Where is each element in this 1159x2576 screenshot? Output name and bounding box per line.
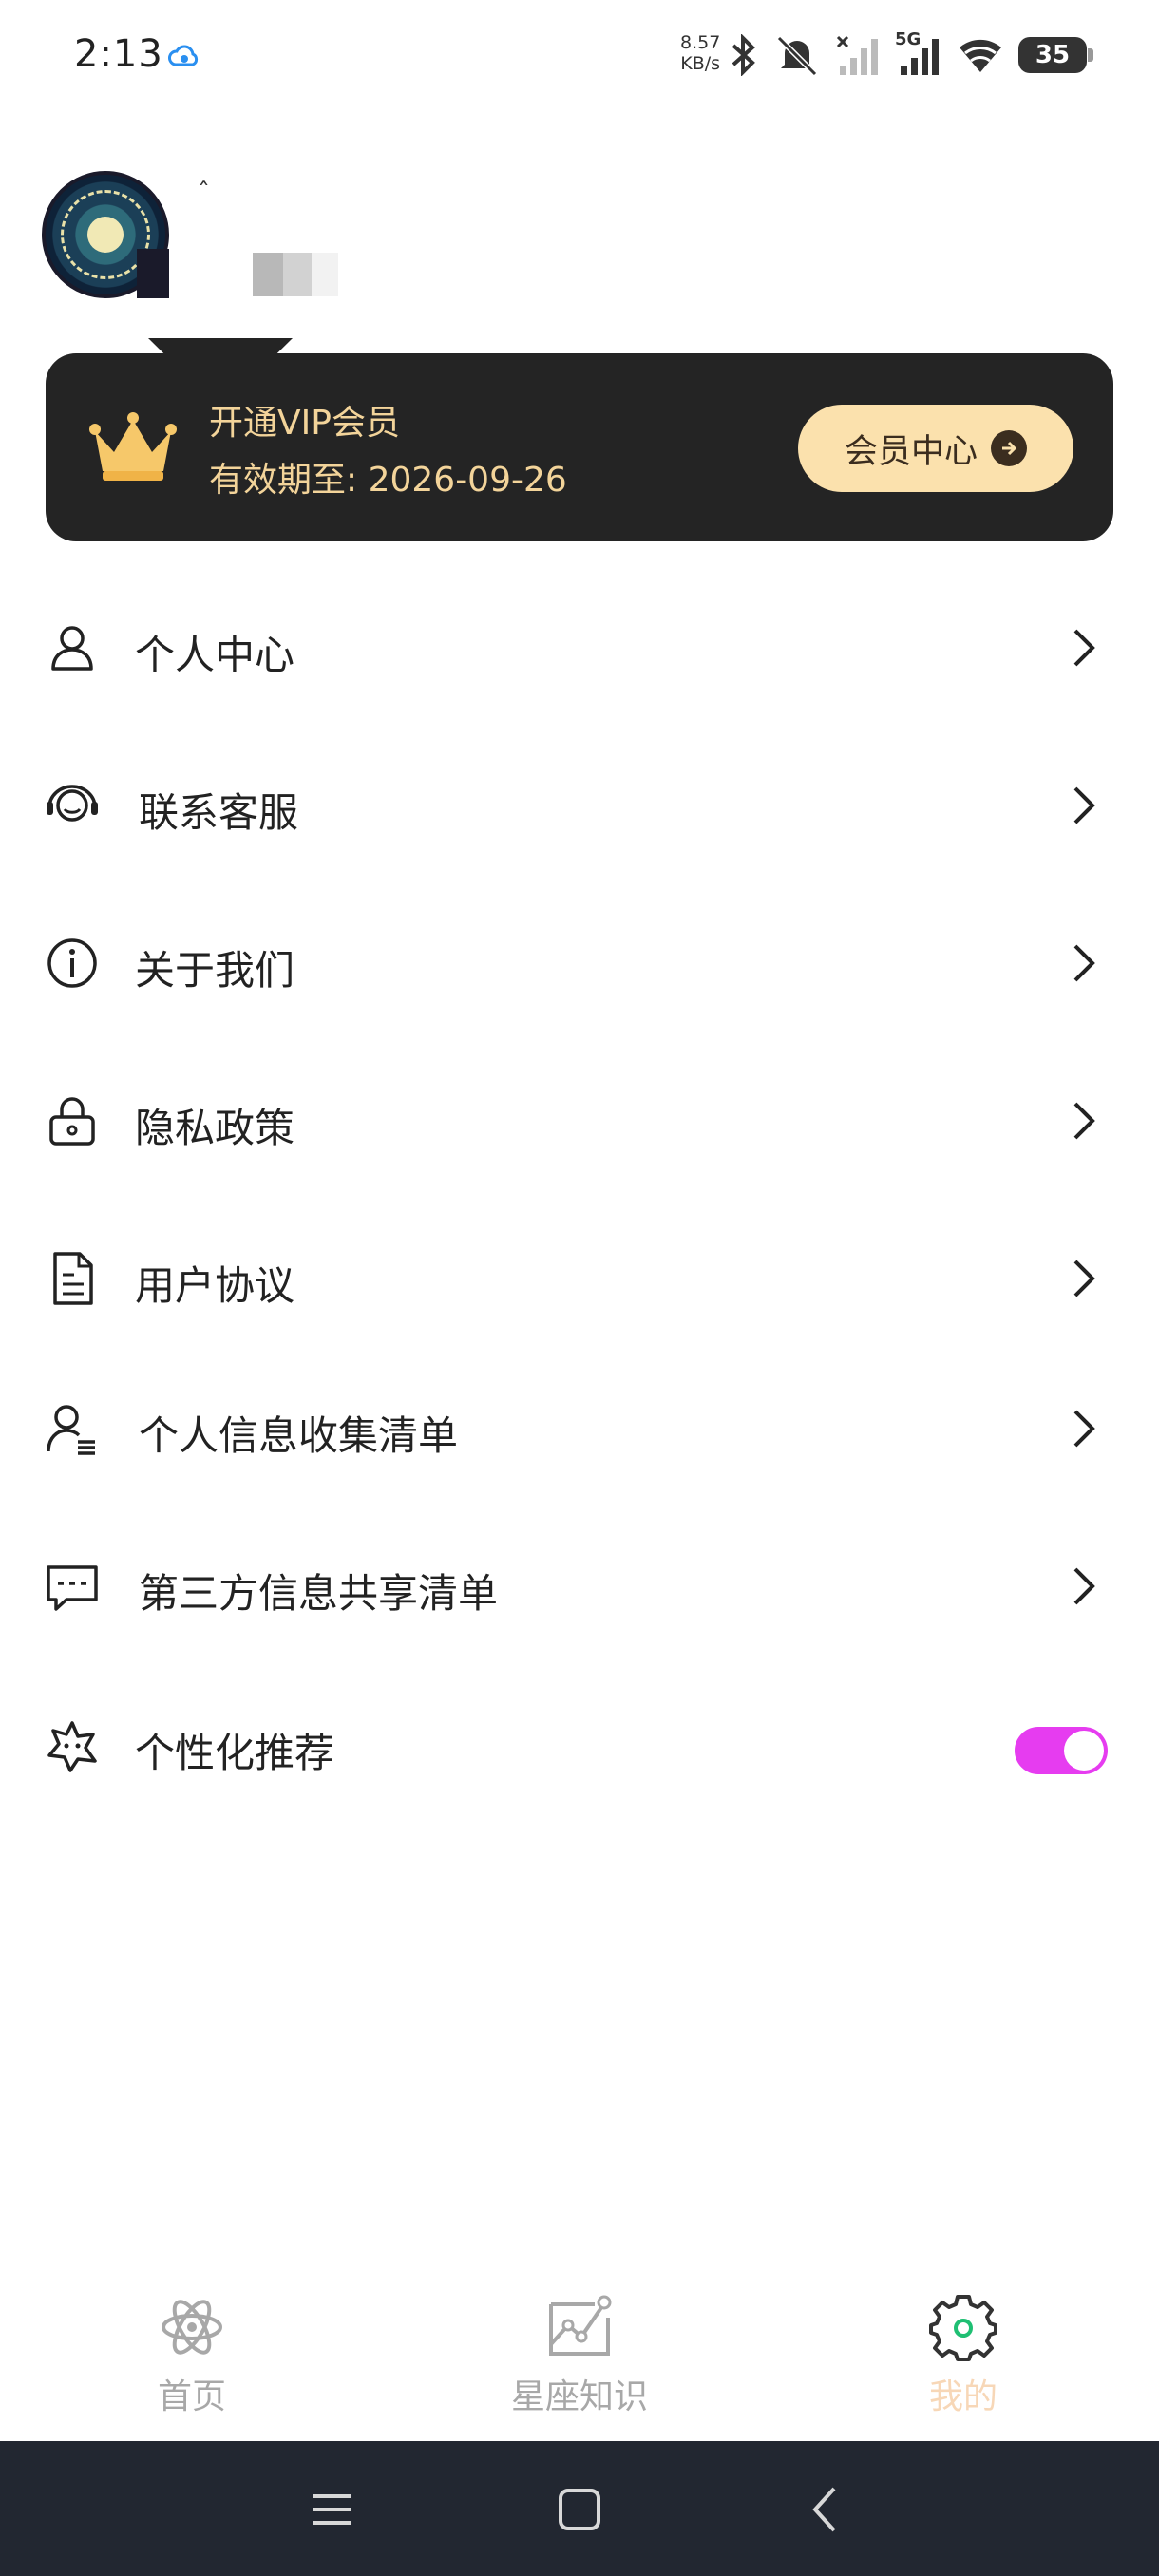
crown-icon	[89, 412, 177, 481]
atom-icon	[162, 2300, 222, 2355]
menu-item-privacy-policy[interactable]: 隐私政策	[0, 1041, 1159, 1199]
avatar-edge	[137, 249, 169, 298]
vip-expiry-date: 有效期至: 2026-09-26	[209, 461, 567, 500]
menu-item-customer-service[interactable]: 联系客服	[0, 726, 1159, 883]
info-icon	[48, 938, 97, 988]
lock-icon	[49, 1097, 95, 1146]
back-icon[interactable]	[798, 2481, 855, 2538]
battery-indicator: 35	[1018, 37, 1093, 73]
toggle-knob	[1064, 1731, 1104, 1771]
tab-mine-label: 我的	[928, 2377, 998, 2416]
document-icon	[53, 1252, 93, 1305]
chart-image-icon	[549, 2295, 612, 2356]
signal-no-sim-icon	[836, 35, 878, 75]
vip-title: 开通VIP会员	[209, 404, 400, 443]
menu-label: 第三方信息共享清单	[139, 1570, 499, 1617]
tab-constellation-knowledge-label: 星座知识	[510, 2377, 648, 2416]
cloud-icon	[168, 45, 199, 66]
menu-item-third-party-sharing-list[interactable]: 第三方信息共享清单	[0, 1506, 1159, 1664]
home-square-icon[interactable]	[551, 2481, 608, 2538]
chevron-right-icon	[1074, 944, 1095, 982]
tab-mine[interactable]: 我的	[849, 2291, 1077, 2434]
blurred-user-id	[253, 253, 338, 296]
menu-item-about-us[interactable]: 关于我们	[0, 883, 1159, 1041]
status-icons: 5G 35	[728, 29, 1093, 80]
network-speed: 8.57 KB/s	[680, 32, 720, 74]
star-face-icon	[48, 1721, 97, 1772]
menu-label: 关于我们	[135, 947, 295, 994]
menu-icon[interactable]	[304, 2481, 361, 2538]
menu-label: 个人信息收集清单	[139, 1412, 459, 1459]
menu-label: 用户协议	[135, 1262, 295, 1309]
menu-item-personal-center[interactable]: 个人中心	[0, 568, 1159, 726]
signal-5g-icon: 5G	[895, 29, 942, 77]
status-bar: 2:13 8.57 KB/s 5G 35	[0, 0, 1159, 114]
chevron-right-icon	[1074, 1567, 1095, 1605]
bluetooth-icon	[732, 34, 755, 76]
network-speed-unit: KB/s	[680, 53, 721, 74]
network-speed-value: 8.57	[680, 32, 721, 53]
bottom-navigation: 首页 星座知识 我的	[0, 2270, 1159, 2441]
arrow-right-circle-icon	[991, 430, 1027, 466]
chevron-right-icon	[1074, 1260, 1095, 1297]
tab-constellation-knowledge[interactable]: 星座知识	[466, 2291, 694, 2434]
headset-icon	[47, 785, 98, 822]
user-icon	[51, 626, 93, 671]
tab-home-label: 首页	[157, 2377, 226, 2416]
vip-card[interactable]: 开通VIP会员 有效期至: 2026-09-26 会员中心	[46, 353, 1113, 541]
avatar-sun	[87, 217, 124, 253]
chevron-right-icon	[1074, 786, 1095, 824]
menu-item-personalized-recommendation: 个性化推荐	[0, 1666, 1159, 1824]
chevron-right-icon	[1074, 1102, 1095, 1140]
menu-item-user-agreement[interactable]: 用户协议	[0, 1199, 1159, 1356]
member-center-label: 会员中心	[844, 432, 978, 471]
personalized-recommendation-toggle[interactable]	[1015, 1727, 1108, 1774]
message-icon	[47, 1565, 98, 1611]
menu-item-personal-info-list[interactable]: 个人信息收集清单	[0, 1349, 1159, 1506]
username[interactable]: ˆ	[198, 179, 210, 207]
system-navigation-bar	[0, 2441, 1159, 2576]
gear-icon	[929, 2295, 998, 2361]
member-center-button[interactable]: 会员中心	[798, 405, 1074, 492]
menu-label: 隐私政策	[135, 1105, 295, 1151]
menu-label: 个人中心	[135, 632, 295, 678]
chevron-right-icon	[1074, 629, 1095, 667]
menu-label: 联系客服	[139, 789, 299, 836]
chevron-right-icon	[1074, 1410, 1095, 1448]
tab-home[interactable]: 首页	[78, 2291, 306, 2434]
menu-label: 个性化推荐	[135, 1730, 335, 1776]
status-time: 2:13	[74, 32, 163, 76]
wifi-icon	[960, 39, 1001, 72]
user-list-icon	[47, 1405, 95, 1455]
mute-icon	[776, 35, 818, 76]
